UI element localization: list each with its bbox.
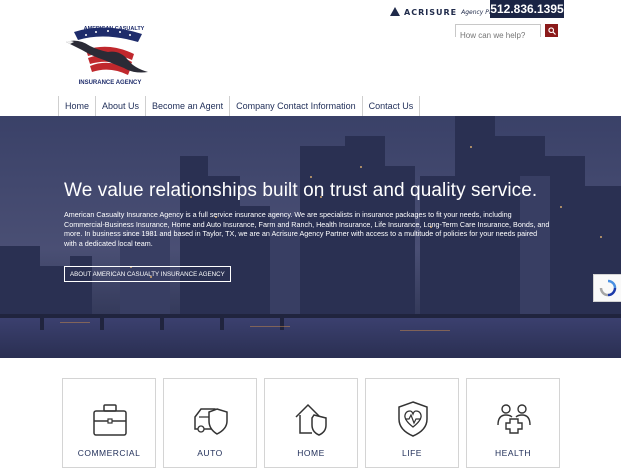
nav-home[interactable]: Home (58, 96, 95, 116)
card-label: HEALTH (495, 448, 531, 458)
hero-title: We value relationships built on trust an… (64, 180, 538, 201)
people-cross-icon (497, 404, 531, 434)
acrisure-brand: ACRISURE (404, 7, 458, 17)
svg-text:AMERICAN CASUALTY: AMERICAN CASUALTY (84, 26, 145, 32)
phone-number[interactable]: 512.836.1395 (490, 0, 564, 18)
search-button[interactable] (545, 24, 558, 37)
card-life[interactable]: LIFE (365, 378, 459, 468)
card-home[interactable]: HOME (264, 378, 358, 468)
agency-logo[interactable]: INSURANCE AGENCY AMERICAN CASUALTY (64, 20, 156, 92)
card-label: AUTO (197, 448, 223, 458)
card-health[interactable]: HEALTH (466, 378, 560, 468)
recaptcha-icon (599, 279, 616, 297)
search-icon (547, 26, 556, 35)
svg-text:INSURANCE AGENCY: INSURANCE AGENCY (79, 80, 142, 86)
search-field[interactable] (455, 24, 541, 41)
recaptcha-badge[interactable] (593, 274, 621, 302)
card-label: COMMERCIAL (77, 448, 141, 458)
main-nav: Home About Us Become an Agent Company Co… (58, 96, 421, 116)
nav-company-contact-information[interactable]: Company Contact Information (229, 96, 362, 116)
acrisure-mark-icon (390, 7, 400, 16)
house-shield-icon (295, 403, 327, 436)
nav-about-us[interactable]: About Us (95, 96, 145, 116)
car-shield-icon (194, 408, 228, 435)
nav-become-an-agent[interactable]: Become an Agent (145, 96, 229, 116)
briefcase-icon (93, 404, 127, 436)
nav-contact-us[interactable]: Contact Us (361, 96, 421, 116)
card-label: HOME (297, 448, 325, 458)
search-input[interactable] (456, 30, 540, 41)
card-auto[interactable]: AUTO (163, 378, 257, 468)
about-agency-button[interactable]: ABOUT AMERICAN CASUALTY INSURANCE AGENCY (64, 266, 231, 282)
card-commercial[interactable]: COMMERCIAL (62, 378, 156, 468)
heart-shield-icon (398, 401, 428, 437)
eagle-flag-logo-icon: INSURANCE AGENCY AMERICAN CASUALTY (66, 26, 148, 86)
card-label: LIFE (402, 448, 422, 458)
hero-description: American Casualty Insurance Agency is a … (64, 210, 550, 248)
